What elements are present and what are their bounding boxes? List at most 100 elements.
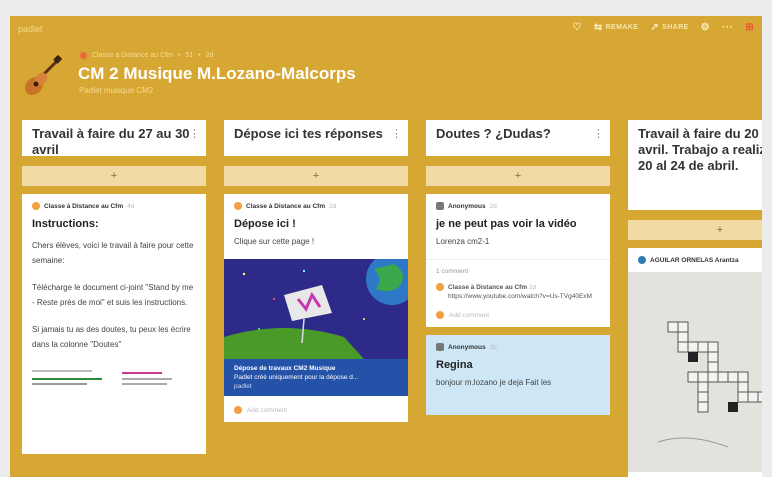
breadcrumb-sep: • (198, 52, 201, 59)
settings-button[interactable]: ⚙ (701, 22, 710, 33)
post-card[interactable]: AGUILAR ORNELAS Arantza (628, 248, 762, 477)
divider (426, 259, 610, 260)
post-author: Classe à Distance au Cfm 4d (32, 202, 196, 210)
breadcrumb-count: 51 (185, 52, 194, 59)
post-title: Regina (436, 359, 473, 371)
column-doutes: Doutes ? ¿Dudas? ⋮ + Anonymous 2d je ne … (426, 120, 610, 415)
remake-label: REMAKE (605, 24, 639, 31)
post-card[interactable]: Anonymous 3d Regina bonjour m.lozano je … (426, 335, 610, 415)
column-title: Travail à faire du 27 au 30 avril (32, 126, 190, 157)
post-author: Anonymous 2d (436, 202, 600, 210)
gear-icon: ⚙ (700, 22, 711, 33)
comment-time: 2d (528, 284, 537, 291)
breadcrumb: Classe à Distance au Cfm • 51 • 2d (80, 52, 213, 59)
grid-icon: ⊞ (745, 22, 754, 33)
column-travail-27-30: Travail à faire du 27 au 30 avril ⋮ + Cl… (22, 120, 206, 454)
kebab-menu-icon[interactable]: ⋮ (189, 126, 200, 142)
breadcrumb-author[interactable]: Classe à Distance au Cfm (92, 52, 173, 59)
add-comment-button[interactable]: Add comment (436, 311, 600, 319)
topbar-actions: ♡ ⇆ REMAKE ↗ SHARE ⚙ ··· ⊞ (572, 22, 754, 33)
add-comment-label: Add comment (449, 311, 490, 319)
post-body: bonjour m.lozano je deja Fait les (436, 378, 552, 387)
post-time: 2d (329, 202, 337, 210)
post-body: Chers élèves, voici le travail à faire p… (32, 238, 196, 352)
page-title: CM 2 Musique M.Lozano-Malcorps (78, 64, 356, 83)
post-author: Classe à Distance au Cfm 2d (234, 202, 398, 210)
column-title: Doutes ? ¿Dudas? (436, 126, 551, 141)
post-paragraph: Si jamais tu as des doutes, tu peux les … (32, 325, 191, 349)
author-name: Classe à Distance au Cfm (246, 202, 326, 210)
comment-text[interactable]: https://www.youtube.com/watch?v=Us-TVg40… (448, 292, 592, 301)
link-preview[interactable]: Dépose de travaux CM2 Musique Padlet cré… (224, 359, 408, 396)
column-header: Travail à faire du 20 au 24 avril. Traba… (628, 120, 762, 210)
column-travail-20-24: Travail à faire du 20 au 24 avril. Traba… (628, 120, 762, 477)
post-title: je ne peut pas voir la vidéo (436, 218, 577, 230)
more-icon: ··· (722, 22, 734, 33)
share-button[interactable]: ↗ SHARE (650, 22, 688, 33)
post-card[interactable]: Anonymous 2d je ne peut pas voir la vidé… (426, 194, 610, 327)
add-post-button[interactable]: + (628, 220, 762, 240)
link-preview-image[interactable] (224, 259, 408, 359)
remake-button[interactable]: ⇆ REMAKE (594, 22, 639, 33)
post-body: Clique sur cette page ! (234, 237, 315, 246)
link-description: Padlet créé uniquement pour la dépose d.… (234, 374, 359, 381)
column-depose: Dépose ici tes réponses ⋮ + Classe à Dis… (224, 120, 408, 422)
post-paragraph: Télécharge le document ci-joint "Stand b… (32, 283, 194, 307)
guitar-icon (24, 55, 62, 96)
post-body: Lorenza cm2-1 (436, 237, 490, 246)
post-paragraph: Chers élèves, voici le travail à faire p… (32, 241, 194, 265)
avatar (32, 202, 40, 210)
post-author: AGUILAR ORNELAS Arantza (628, 248, 762, 272)
comment-author: Classe à Distance au Cfm (448, 284, 528, 291)
page-subtitle: Padlet musique CM2 (79, 86, 154, 95)
comment: Classe à Distance au Cfm 2d https://www.… (436, 283, 600, 301)
add-post-button[interactable]: + (224, 166, 408, 186)
share-label: SHARE (662, 24, 689, 31)
author-name: AGUILAR ORNELAS Arantza (650, 256, 739, 264)
add-post-button[interactable]: + (22, 166, 206, 186)
author-name: Classe à Distance au Cfm (44, 202, 124, 210)
add-comment-label: Add comment (247, 406, 288, 414)
breadcrumb-days: 2d (205, 52, 214, 59)
like-button[interactable]: ♡ (572, 22, 581, 33)
breadcrumb-sep: • (177, 52, 181, 59)
avatar (234, 202, 242, 210)
author-name: Anonymous (448, 343, 486, 351)
post-time: 4d (127, 202, 135, 210)
apps-button[interactable]: ⊞ (745, 22, 754, 33)
author-avatar (80, 52, 87, 59)
add-comment-button[interactable]: Add comment (234, 406, 398, 414)
avatar (234, 406, 242, 414)
post-card[interactable]: Classe à Distance au Cfm 4d Instructions… (22, 194, 206, 454)
post-time: 3d (489, 343, 497, 351)
document-preview[interactable] (32, 368, 196, 398)
avatar (436, 311, 444, 319)
add-post-button[interactable]: + (426, 166, 610, 186)
post-author: Anonymous 3d (436, 343, 600, 351)
column-header: Dépose ici tes réponses ⋮ (224, 120, 408, 156)
post-title: Instructions: (32, 218, 99, 230)
kebab-menu-icon[interactable]: ⋮ (391, 126, 402, 142)
heart-icon: ♡ (572, 22, 582, 33)
comment-content: Classe à Distance au Cfm 2d https://www.… (448, 283, 592, 301)
link-title: Dépose de travaux CM2 Musique (234, 365, 336, 372)
post-title: Dépose ici ! (234, 218, 296, 230)
kebab-menu-icon[interactable]: ⋮ (593, 126, 604, 142)
post-photo[interactable] (628, 272, 762, 472)
avatar (436, 343, 444, 351)
avatar (436, 283, 444, 291)
padlet-board: padlet ♡ ⇆ REMAKE ↗ SHARE ⚙ ··· ⊞ Classe à… (10, 16, 762, 477)
avatar (638, 256, 646, 264)
share-icon: ⇆ (593, 22, 603, 33)
column-title: Travail à faire du 20 au 24 avril. Traba… (638, 126, 762, 173)
link-source: padlet (234, 383, 252, 390)
brand-logo[interactable]: padlet (18, 24, 43, 34)
share-arrow-icon: ↗ (650, 22, 660, 33)
comments-count[interactable]: 1 comment (436, 268, 600, 275)
more-button[interactable]: ··· (722, 22, 733, 33)
author-name: Anonymous (448, 202, 486, 210)
column-header: Travail à faire du 27 au 30 avril ⋮ (22, 120, 206, 157)
column-header: Doutes ? ¿Dudas? ⋮ (426, 120, 610, 156)
avatar (436, 202, 444, 210)
post-card[interactable]: Classe à Distance au Cfm 2d Dépose ici !… (224, 194, 408, 422)
